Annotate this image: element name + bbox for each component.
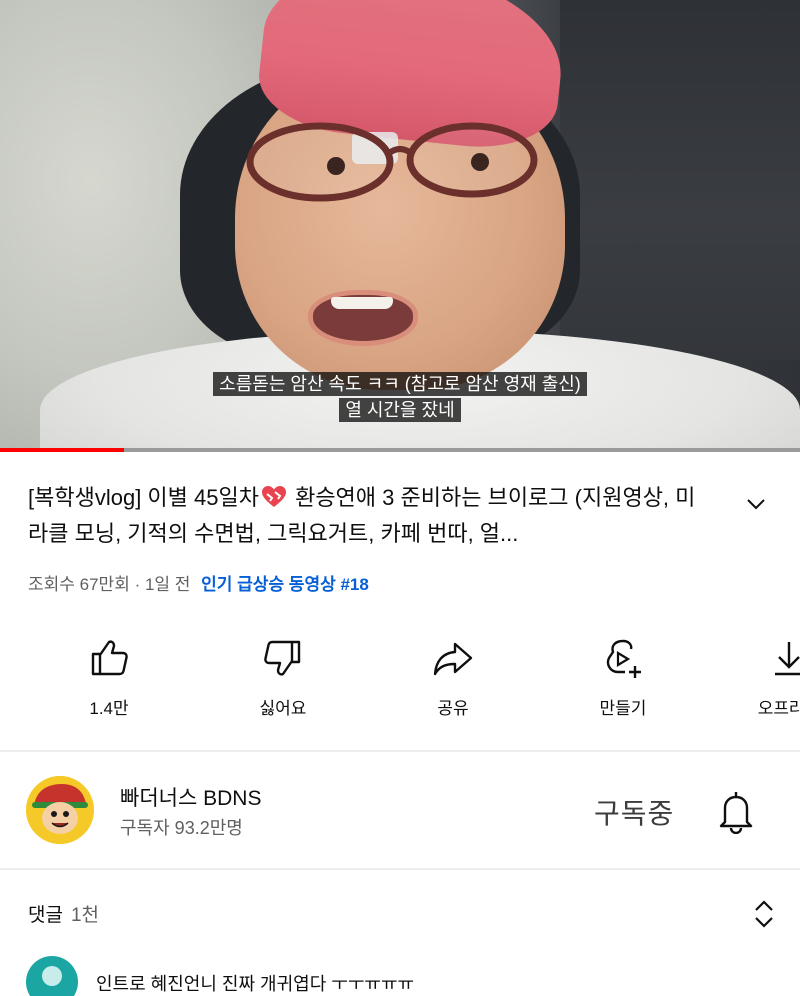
thumbs-down-icon	[264, 640, 301, 676]
video-progress-fill	[0, 448, 124, 452]
view-count: 조회수 67만회	[28, 575, 130, 594]
dislike-button[interactable]: 싫어요	[228, 636, 338, 719]
trending-badge[interactable]: 인기 급상승 동영상 #18	[201, 575, 369, 594]
video-meta: 조회수 67만회 · 1일 전 인기 급상승 동영상 #18	[28, 570, 369, 595]
download-icon	[775, 642, 800, 676]
download-label: 오프라인	[757, 699, 800, 718]
download-button[interactable]: 오프라인	[734, 636, 800, 719]
channel-avatar[interactable]	[26, 776, 94, 844]
remix-button[interactable]: 만들기	[568, 636, 678, 719]
action-bar: 1.4만 싫어요 공유 만들기 오프라인	[0, 636, 800, 736]
bell-icon[interactable]	[716, 788, 756, 834]
subtitle-line-2: 열 시간을 잤네	[0, 398, 800, 422]
comments-title: 댓글	[28, 905, 63, 926]
share-icon	[433, 642, 473, 676]
expand-collapse-icon[interactable]	[750, 896, 778, 932]
channel-logo-icon	[26, 776, 94, 844]
video-title[interactable]: [복학생vlog] 이별 45일차 환승연애 3 준비하는 브이로그 (지원영상…	[28, 480, 708, 552]
video-progress-bar[interactable]	[0, 448, 800, 452]
video-player[interactable]: 소름돋는 암산 속도 ㅋㅋ (참고로 암산 영재 출신) 열 시간을 잤네	[0, 0, 800, 452]
upload-age: · 1일 전	[134, 575, 191, 594]
share-label: 공유	[437, 699, 469, 718]
comments-count: 1천	[70, 905, 100, 926]
video-title-row[interactable]: [복학생vlog] 이별 45일차 환승연애 3 준비하는 브이로그 (지원영상…	[28, 480, 788, 552]
subscriber-count: 구독자 93.2만명	[120, 818, 243, 838]
dislike-label: 싫어요	[259, 699, 307, 718]
subtitle-line-1: 소름돋는 암산 속도 ㅋㅋ (참고로 암산 영재 출신)	[0, 372, 800, 396]
divider	[0, 750, 800, 752]
like-button[interactable]: 1.4만	[54, 636, 164, 719]
like-count: 1.4만	[89, 699, 129, 718]
video-pillow	[560, 0, 800, 360]
video-person-mouth	[308, 290, 418, 346]
comments-header[interactable]: 댓글 1천	[28, 900, 99, 927]
share-button[interactable]: 공유	[398, 636, 508, 719]
comment-avatar[interactable]	[26, 956, 78, 996]
mending-heart-emoji-icon	[261, 486, 286, 507]
remix-icon	[606, 639, 641, 678]
thumbs-up-icon	[91, 640, 128, 676]
first-comment-text[interactable]: 인트로 혜진언니 진짜 개귀엽다 ㅜㅜㅠㅠㅠ	[96, 970, 414, 996]
channel-name[interactable]: 빠더너스 BDNS	[120, 782, 261, 812]
divider	[0, 868, 800, 870]
remix-label: 만들기	[599, 699, 647, 718]
chevron-down-icon[interactable]	[744, 492, 768, 516]
video-person-glasses	[246, 122, 538, 202]
subscribed-button[interactable]: 구독중	[594, 792, 674, 832]
